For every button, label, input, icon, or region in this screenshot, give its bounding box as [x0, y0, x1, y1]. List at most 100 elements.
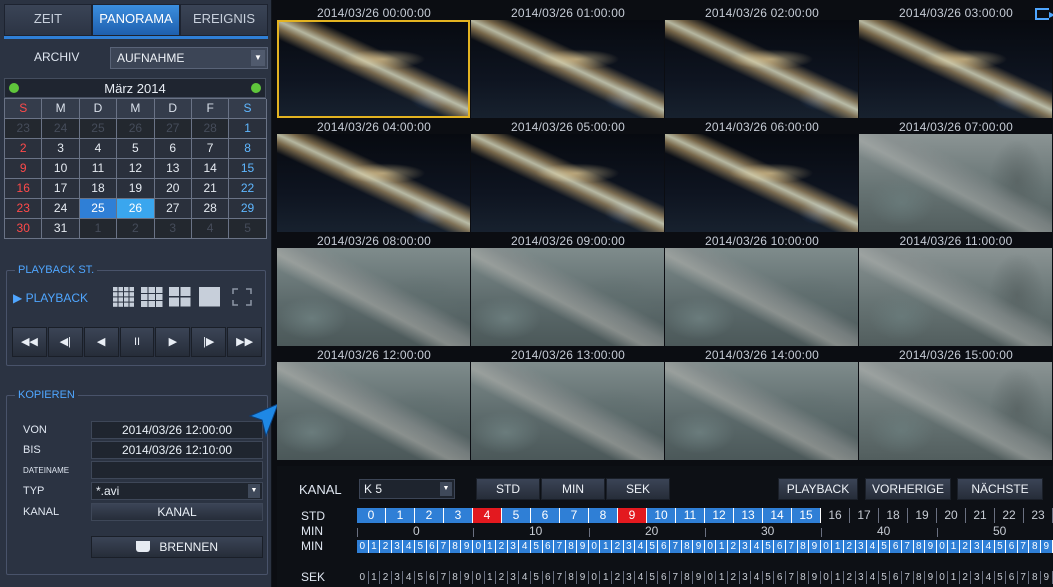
calendar-day[interactable]: 25 [79, 199, 118, 219]
hour-cell[interactable]: 17 [850, 508, 879, 523]
minute-cell[interactable]: 1 [600, 540, 613, 553]
minute-cell[interactable]: 2 [380, 540, 392, 553]
minute-cell[interactable]: 9 [809, 540, 821, 553]
calendar-day[interactable]: 13 [154, 159, 192, 179]
camera-thumbnail[interactable] [471, 134, 664, 232]
minute-cell[interactable]: 0 [704, 540, 717, 553]
split-9-icon[interactable] [141, 287, 163, 307]
hour-cell[interactable]: 5 [502, 508, 531, 523]
hour-cell[interactable]: 9 [618, 508, 647, 523]
minute-cell[interactable]: 7 [438, 540, 450, 553]
calendar-day[interactable]: 16 [5, 179, 43, 199]
second-cell[interactable]: 7 [1017, 571, 1030, 584]
camera-thumbnail[interactable] [471, 362, 664, 460]
camera-thumbnail[interactable] [665, 134, 858, 232]
camera-thumbnail[interactable] [277, 134, 470, 232]
second-cell[interactable]: 8 [913, 571, 926, 584]
play-button[interactable]: ▶ [155, 327, 191, 357]
second-cell[interactable]: 5 [878, 571, 891, 584]
second-cell[interactable]: 8 [1029, 571, 1042, 584]
fast-forward-button[interactable]: ▶▶ [227, 327, 263, 357]
second-cell[interactable]: 5 [762, 571, 775, 584]
minute-cell[interactable]: 8 [681, 540, 694, 553]
second-cell[interactable]: 1 [600, 571, 613, 584]
hour-cell[interactable]: 1 [386, 508, 415, 523]
second-cell[interactable]: 4 [635, 571, 647, 584]
second-cell[interactable]: 6 [774, 571, 786, 584]
minute-cell[interactable]: 4 [983, 540, 995, 553]
dateiname-field[interactable] [91, 461, 263, 479]
von-field[interactable]: 2014/03/26 12:00:00 [91, 421, 263, 439]
minute-cell[interactable]: 3 [507, 540, 520, 553]
second-cell[interactable]: 3 [739, 571, 752, 584]
camera-thumbnail[interactable] [277, 20, 470, 118]
vorherige-button[interactable]: VORHERIGE [865, 478, 951, 500]
second-cell[interactable]: 0 [588, 571, 601, 584]
archiv-select[interactable]: AUFNAHME ▼ [110, 47, 268, 69]
pause-button[interactable]: II [119, 327, 155, 357]
second-cell[interactable]: 9 [577, 571, 589, 584]
camera-thumbnail[interactable] [277, 248, 470, 346]
minute-cell[interactable]: 5 [530, 540, 543, 553]
calendar-day[interactable]: 3 [42, 139, 80, 159]
hour-cell[interactable]: 13 [734, 508, 763, 523]
playback-mode-button[interactable]: ▶ PLAYBACK [13, 291, 88, 305]
calendar-day[interactable]: 12 [117, 159, 155, 179]
hour-cell[interactable]: 14 [763, 508, 792, 523]
second-cell[interactable]: 3 [623, 571, 636, 584]
hour-cell[interactable]: 22 [995, 508, 1024, 523]
hour-cell[interactable]: 12 [705, 508, 734, 523]
minute-cell[interactable]: 9 [1041, 540, 1053, 553]
second-cell[interactable]: 4 [983, 571, 995, 584]
second-cell[interactable]: 2 [612, 571, 624, 584]
second-cell[interactable]: 6 [890, 571, 902, 584]
second-cell[interactable]: 7 [438, 571, 450, 584]
fast-rewind-button[interactable]: ◀◀ [12, 327, 47, 357]
minute-cell[interactable]: 2 [612, 540, 624, 553]
naechste-button[interactable]: NÄCHSTE [957, 478, 1043, 500]
camera-thumbnail[interactable] [471, 20, 664, 118]
second-cell[interactable]: 7 [554, 571, 566, 584]
minute-cell[interactable]: 1 [832, 540, 844, 553]
minute-cell[interactable]: 7 [554, 540, 566, 553]
minute-cell[interactable]: 0 [936, 540, 949, 553]
calendar-day[interactable]: 21 [191, 179, 230, 199]
min-button[interactable]: MIN [541, 478, 605, 500]
hour-cell[interactable]: 18 [879, 508, 908, 523]
calendar-day[interactable]: 9 [5, 159, 43, 179]
calendar-day[interactable]: 4 [79, 139, 118, 159]
tab-panorama[interactable]: PANORAMA [92, 4, 180, 36]
second-cell[interactable]: 2 [843, 571, 856, 584]
playback-button[interactable]: PLAYBACK [778, 478, 858, 500]
calendar-day[interactable]: 8 [229, 139, 267, 159]
second-cell[interactable]: 1 [368, 571, 381, 584]
minute-cell[interactable]: 3 [855, 540, 868, 553]
second-cell[interactable]: 9 [925, 571, 937, 584]
camera-thumbnail[interactable] [859, 362, 1052, 460]
brennen-button[interactable]: BRENNEN [91, 536, 263, 558]
minute-cell[interactable]: 6 [426, 540, 439, 553]
second-cell[interactable]: 0 [820, 571, 833, 584]
kanal-select[interactable]: K 5 ▼ [359, 479, 455, 499]
camera-thumbnail[interactable] [859, 134, 1052, 232]
minute-cell[interactable]: 5 [994, 540, 1007, 553]
second-cell[interactable]: 6 [542, 571, 555, 584]
typ-select[interactable]: *.avi ▼ [91, 482, 263, 500]
minute-cell[interactable]: 8 [913, 540, 926, 553]
minute-cell[interactable]: 1 [368, 540, 381, 553]
camera-thumbnail[interactable] [277, 362, 470, 460]
calendar-day[interactable]: 6 [154, 139, 192, 159]
minute-cell[interactable]: 5 [646, 540, 659, 553]
hour-cell[interactable]: 7 [560, 508, 589, 523]
camera-thumbnail[interactable] [859, 248, 1052, 346]
calendar-day[interactable]: 14 [191, 159, 230, 179]
minute-cell[interactable]: 3 [391, 540, 404, 553]
second-cell[interactable]: 0 [357, 571, 369, 584]
calendar-day[interactable]: 20 [154, 179, 192, 199]
minute-cell[interactable]: 2 [843, 540, 856, 553]
second-cell[interactable]: 9 [693, 571, 705, 584]
hour-cell[interactable]: 6 [531, 508, 560, 523]
minute-cell[interactable]: 7 [670, 540, 682, 553]
second-cell[interactable]: 7 [901, 571, 914, 584]
minute-cell[interactable]: 8 [449, 540, 462, 553]
